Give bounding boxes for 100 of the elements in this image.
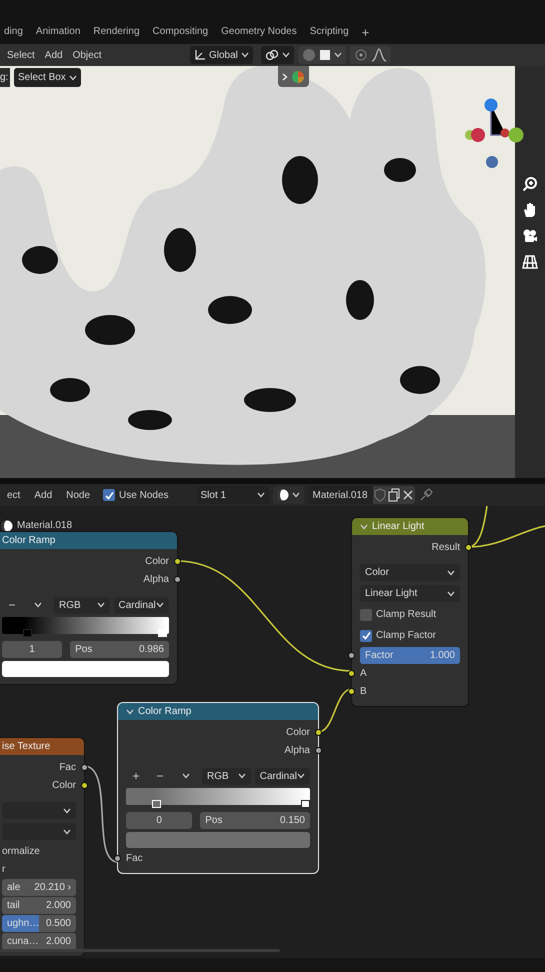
camera-icon[interactable]	[522, 228, 538, 244]
menu-item[interactable]: Node	[61, 488, 96, 502]
menu-item[interactable]: Add	[40, 48, 68, 62]
menu-item[interactable]: ect	[2, 488, 26, 502]
socket[interactable]	[348, 670, 355, 676]
tool-dropdown[interactable]: Select Box	[14, 68, 81, 87]
menu-item[interactable]: Object	[68, 48, 106, 62]
chevron-icon	[292, 492, 300, 498]
material-name-field[interactable]: Material.018	[308, 486, 373, 504]
number-field[interactable]: Pos 0.986	[70, 640, 169, 658]
stop-button[interactable]: +	[126, 767, 146, 785]
color-ball-icon	[291, 70, 305, 84]
dropdown[interactable]: RGB	[202, 768, 251, 784]
socket-label: A	[360, 666, 367, 680]
socket[interactable]	[174, 576, 181, 582]
socket[interactable]	[315, 728, 322, 736]
tool-label: g:	[0, 68, 10, 87]
menu-item[interactable]: Add	[29, 488, 58, 502]
workspace-tab[interactable]: Rendering	[89, 24, 149, 39]
zoom-icon[interactable]	[522, 176, 538, 192]
node-title: Color Ramp	[138, 705, 192, 719]
socket[interactable]	[174, 558, 181, 564]
number-field[interactable]: tail 2.000	[2, 896, 76, 914]
color-ramp[interactable]	[126, 788, 310, 808]
color-swatch[interactable]	[126, 832, 310, 848]
workspace-tab[interactable]: Animation	[32, 24, 90, 39]
dropdown[interactable]: Cardinal	[254, 768, 310, 784]
menu-item[interactable]: Select	[2, 48, 40, 62]
chevron-icon[interactable]	[126, 708, 134, 714]
slider-field[interactable]: Factor 1.000	[360, 646, 460, 664]
socket[interactable]	[114, 854, 121, 862]
socket[interactable]	[348, 652, 355, 658]
socket-label: Color	[52, 778, 76, 792]
workspace-tab[interactable]: ding	[0, 24, 32, 39]
chevron-icon	[68, 74, 77, 80]
chevron-icon	[256, 492, 265, 498]
ramp-stop-handle[interactable]	[22, 629, 32, 637]
orientation-dropdown[interactable]: Global	[190, 46, 253, 64]
chevron-icon	[282, 52, 290, 58]
dropdown[interactable]: RGB	[54, 596, 110, 614]
color-ramp[interactable]	[2, 617, 169, 637]
chevron-icon	[238, 773, 246, 779]
scrollbar[interactable]	[0, 949, 280, 952]
checkbox[interactable]	[360, 630, 372, 642]
color-swatch[interactable]	[2, 661, 169, 677]
proportional-edit-dropdown[interactable]	[298, 46, 346, 64]
checkbox[interactable]	[103, 489, 116, 501]
checkbox-label: Clamp Result	[376, 608, 436, 622]
socket-label: Alpha	[143, 572, 169, 586]
chevron-icon	[63, 828, 71, 834]
checkbox[interactable]	[360, 608, 372, 620]
duplicate-icon[interactable]	[386, 488, 401, 502]
socket[interactable]	[315, 746, 322, 754]
stop-button[interactable]: −	[150, 767, 170, 785]
ramp-stop-handle[interactable]	[301, 800, 310, 808]
dropdown[interactable]: Color	[360, 564, 460, 581]
shield-icon[interactable]	[372, 488, 387, 502]
material-browse-button[interactable]	[272, 486, 304, 504]
socket[interactable]	[465, 544, 472, 550]
number-field[interactable]: ale 20.210 ›	[2, 878, 76, 896]
falloff-curve-icon[interactable]	[370, 48, 387, 62]
chevron-icon	[447, 590, 455, 596]
pin-icon[interactable]	[418, 488, 433, 502]
shading-popover[interactable]	[278, 66, 309, 87]
chevron-icon	[96, 602, 104, 608]
stop-button[interactable]: −	[2, 596, 22, 614]
dot-icon[interactable]	[354, 48, 368, 62]
chevron-icon[interactable]	[182, 773, 190, 779]
workspace-tab[interactable]: Scripting	[306, 24, 358, 39]
slot-dropdown[interactable]: Slot 1	[196, 486, 269, 504]
number-field[interactable]: 0	[126, 812, 192, 828]
socket-label: Fac	[126, 852, 143, 866]
workspace-tab[interactable]: Compositing	[148, 24, 218, 39]
socket-label: Color	[145, 554, 169, 568]
node-label: ormalize	[2, 844, 40, 858]
slider-field[interactable]: ughn… 0.500	[2, 914, 76, 932]
dropdown[interactable]: Linear Light	[360, 585, 460, 602]
chevron-icon	[63, 808, 71, 814]
material-sphere-icon	[276, 489, 289, 501]
socket[interactable]	[348, 688, 355, 694]
hand-icon[interactable]	[522, 202, 538, 218]
number-field[interactable]: cuna… 2.000	[2, 932, 76, 950]
add-workspace-button[interactable]: +	[358, 26, 374, 39]
chevron-icon	[240, 52, 249, 58]
chevron-right-icon	[282, 72, 288, 80]
snap-dropdown[interactable]	[260, 46, 294, 64]
node-label: r	[2, 862, 6, 876]
chevron-icon	[334, 52, 342, 58]
socket[interactable]	[81, 782, 88, 788]
chevron-icon[interactable]	[34, 602, 42, 608]
dropdown[interactable]: Cardinal	[114, 596, 169, 614]
workspace-tab[interactable]: Geometry Nodes	[217, 24, 306, 39]
close-icon[interactable]	[400, 488, 415, 502]
grid-icon[interactable]	[522, 254, 538, 270]
breadcrumb-label: Material.018	[17, 519, 72, 533]
square-icon	[318, 49, 331, 61]
number-field[interactable]: Pos 0.150	[200, 812, 310, 828]
number-field[interactable]: 1	[2, 640, 62, 658]
socket[interactable]	[81, 764, 88, 770]
node-title: ise Texture	[2, 740, 50, 754]
